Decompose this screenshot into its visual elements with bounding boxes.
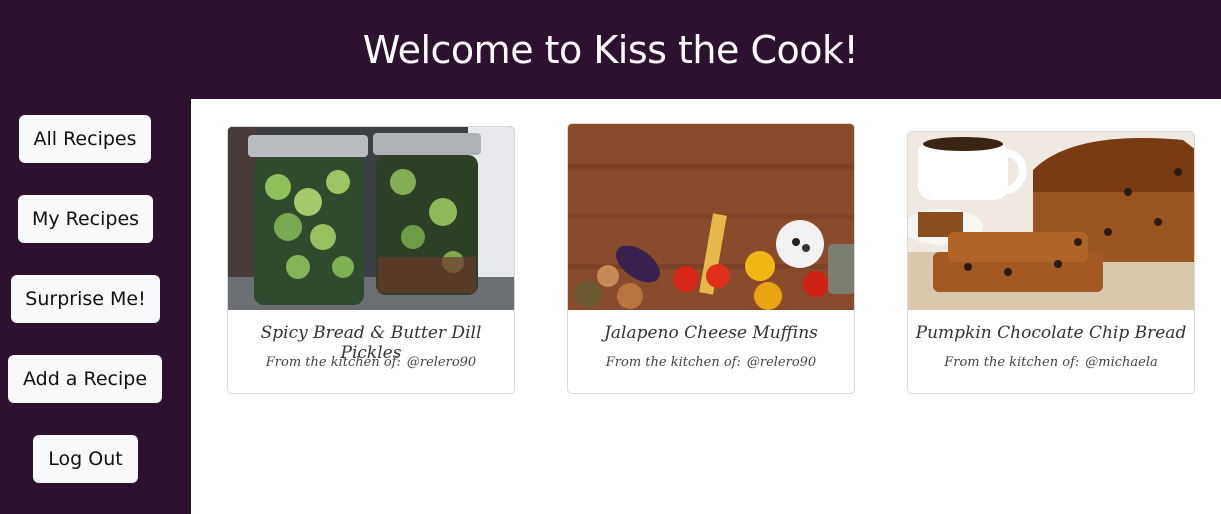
author-handle: @michaela [1085, 355, 1158, 370]
recipe-image-muffins[interactable] [568, 124, 854, 310]
author-prefix: From the kitchen of: [265, 355, 401, 370]
author-prefix: From the kitchen of: [605, 355, 741, 370]
recipe-author: From the kitchen of: @relero90 [228, 355, 514, 370]
author-handle: @relero90 [406, 355, 477, 370]
recipe-image-pumpkin-bread[interactable] [908, 132, 1194, 310]
recipe-title[interactable]: Jalapeno Cheese Muffins [568, 323, 854, 343]
log-out-button[interactable]: Log Out [33, 435, 138, 483]
recipe-card-body: Jalapeno Cheese Muffins From the kitchen… [568, 309, 854, 393]
my-recipes-button[interactable]: My Recipes [18, 195, 153, 243]
recipe-grid: Spicy Bread & Butter Dill Pickles From t… [191, 99, 1221, 514]
recipe-title[interactable]: Pumpkin Chocolate Chip Bread [908, 323, 1194, 343]
sidebar: All Recipes My Recipes Surprise Me! Add … [0, 99, 191, 514]
recipe-card[interactable]: Spicy Bread & Butter Dill Pickles From t… [227, 126, 515, 394]
recipe-card-body: Pumpkin Chocolate Chip Bread From the ki… [908, 309, 1194, 393]
add-recipe-button[interactable]: Add a Recipe [8, 355, 162, 403]
recipe-card-body: Spicy Bread & Butter Dill Pickles From t… [228, 309, 514, 393]
recipe-image-pickles[interactable] [228, 127, 514, 310]
recipe-card[interactable]: Pumpkin Chocolate Chip Bread From the ki… [907, 131, 1195, 394]
all-recipes-button[interactable]: All Recipes [19, 115, 151, 163]
page-title: Welcome to Kiss the Cook! [362, 27, 859, 72]
recipe-card[interactable]: Jalapeno Cheese Muffins From the kitchen… [567, 123, 855, 394]
page-header: Welcome to Kiss the Cook! [0, 0, 1221, 99]
recipe-author: From the kitchen of: @relero90 [568, 355, 854, 370]
author-handle: @relero90 [746, 355, 817, 370]
surprise-me-button[interactable]: Surprise Me! [11, 275, 160, 323]
author-prefix: From the kitchen of: [944, 355, 1080, 370]
recipe-author: From the kitchen of: @michaela [908, 355, 1194, 370]
